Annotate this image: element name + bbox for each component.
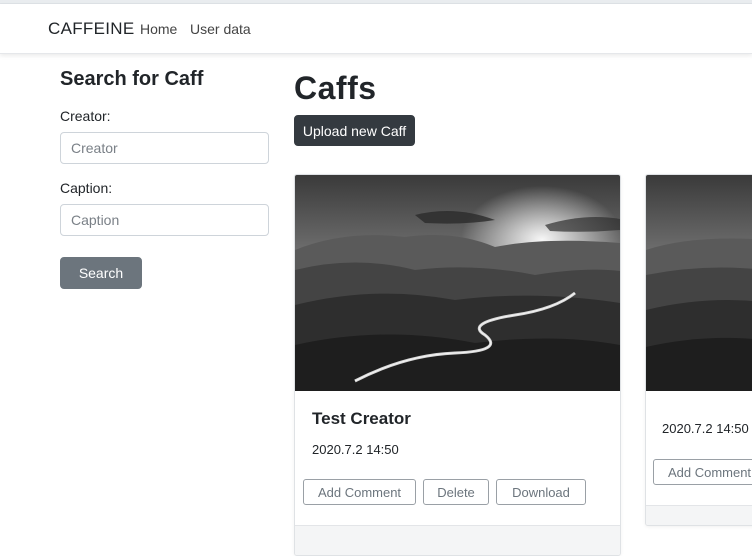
card-footer xyxy=(295,525,620,555)
add-comment-button[interactable]: Add Comment xyxy=(303,479,416,505)
caff-image[interactable] xyxy=(295,175,620,391)
caption-label: Caption: xyxy=(60,180,113,196)
creator-label: Creator: xyxy=(60,108,111,124)
caff-card: 2020.7.2 14:50 Add Comment xyxy=(645,174,752,526)
nav-link-home[interactable]: Home xyxy=(140,21,177,37)
card-footer xyxy=(646,505,752,525)
caption-input[interactable] xyxy=(60,204,269,236)
search-title: Search for Caff xyxy=(60,68,204,90)
card-date: 2020.7.2 14:50 xyxy=(662,421,749,436)
card-date: 2020.7.2 14:50 xyxy=(312,442,399,457)
creator-input[interactable] xyxy=(60,132,269,164)
caff-card: Test Creator 2020.7.2 14:50 Add Comment … xyxy=(294,174,621,556)
search-button[interactable]: Search xyxy=(60,257,142,289)
nav-link-user-data[interactable]: User data xyxy=(190,21,251,37)
download-button[interactable]: Download xyxy=(496,479,586,505)
brand-logo[interactable]: CAFFEINE xyxy=(48,19,134,39)
navbar: CAFFEINE Home User data xyxy=(0,4,752,54)
add-comment-button[interactable]: Add Comment xyxy=(653,459,752,485)
caff-image[interactable] xyxy=(646,175,752,391)
page-title: Caffs xyxy=(294,70,377,106)
upload-caff-button[interactable]: Upload new Caff xyxy=(294,115,415,146)
card-creator: Test Creator xyxy=(312,409,411,428)
delete-button[interactable]: Delete xyxy=(423,479,489,505)
